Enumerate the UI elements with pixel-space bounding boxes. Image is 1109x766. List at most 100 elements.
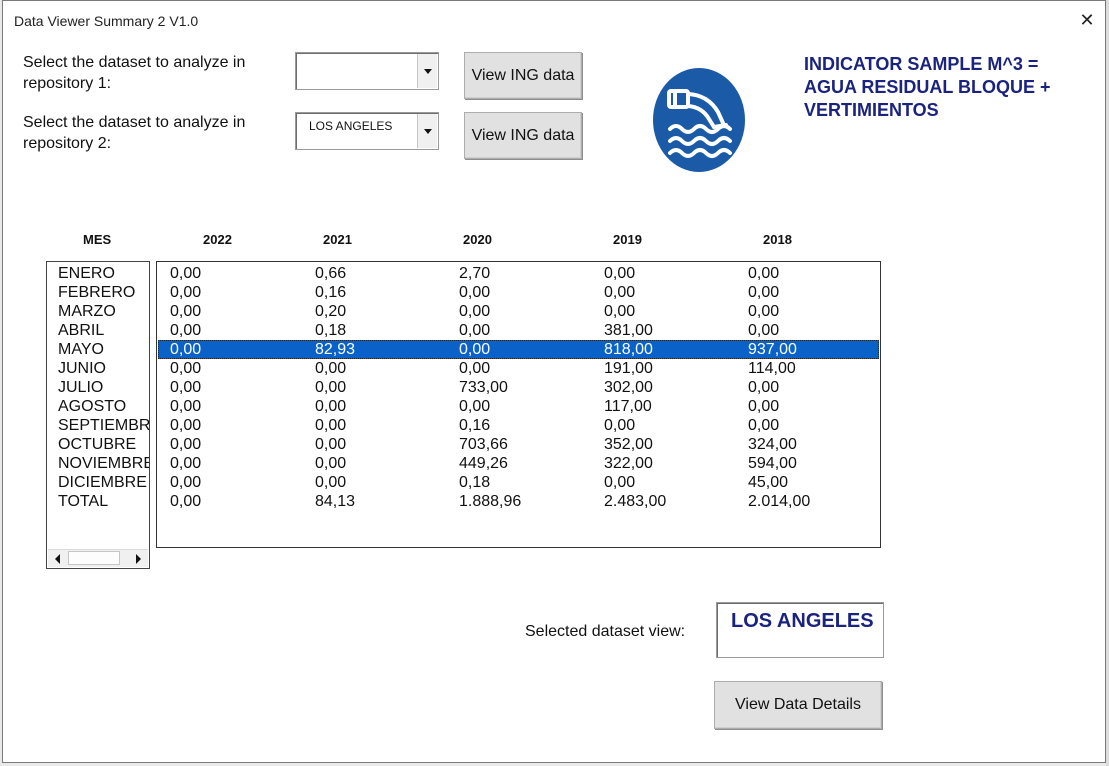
arrow-right-icon: [136, 553, 141, 564]
month-list-item[interactable]: NOVIEMBRE: [58, 454, 149, 473]
value-cell-2021: 0,66: [315, 265, 347, 282]
month-list-item[interactable]: AGOSTO: [58, 397, 126, 416]
month-list-item[interactable]: MARZO: [58, 302, 116, 321]
value-cell-2020: 2,70: [459, 265, 491, 282]
table-row-selected[interactable]: 0,00 82,93 0,00 818,00 937,00: [158, 340, 879, 359]
value-cell-2022: 0,00: [170, 265, 202, 282]
value-cell-2021: 0,00: [315, 436, 347, 453]
month-list-item[interactable]: JULIO: [58, 378, 103, 397]
value-cell-2022: 0,00: [170, 379, 202, 396]
table-row[interactable]: 0,00 0,66 2,70 0,00 0,00: [158, 264, 879, 283]
selected-dataset-box: LOS ANGELES: [716, 602, 884, 658]
value-cell-2018: 0,00: [748, 379, 780, 396]
value-cell-2020: 0,00: [459, 341, 491, 358]
table-row[interactable]: 0,00 0,00 449,26 322,00 594,00: [158, 454, 879, 473]
table-row[interactable]: 0,00 0,00 0,00 191,00 114,00: [158, 359, 879, 378]
repo2-combo-value: LOS ANGELES: [309, 119, 393, 133]
value-cell-2019: 2.483,00: [604, 493, 667, 510]
wastewater-pipe-icon: [653, 68, 745, 172]
value-cell-2019: 322,00: [604, 455, 653, 472]
value-cell-2018: 0,00: [748, 265, 780, 282]
close-icon[interactable]: ✕: [1076, 9, 1098, 31]
month-list-item[interactable]: MAYO: [58, 340, 104, 359]
view-data-details-button[interactable]: View Data Details: [714, 681, 882, 729]
value-cell-2018: 45,00: [748, 474, 789, 491]
value-cell-2019: 302,00: [604, 379, 653, 396]
value-cell-2018: 937,00: [748, 341, 797, 358]
repo1-dropdown-button[interactable]: [417, 54, 437, 88]
value-cell-2020: 703,66: [459, 436, 508, 453]
value-cell-2022: 0,00: [170, 341, 202, 358]
indicator-title: INDICATOR SAMPLE M^3 = AGUA RESIDUAL BLO…: [804, 54, 1051, 120]
value-cell-2020: 0,00: [459, 303, 491, 320]
value-cell-2022: 0,00: [170, 322, 202, 339]
table-row[interactable]: 0,00 0,18 0,00 381,00 0,00: [158, 321, 879, 340]
value-cell-2022: 0,00: [170, 474, 202, 491]
year-header-2021: 2021: [323, 232, 352, 247]
value-cell-2021: 0,00: [315, 379, 347, 396]
table-row[interactable]: 0,00 0,00 0,00 117,00 0,00: [158, 397, 879, 416]
value-cell-2020: 0,00: [459, 322, 491, 339]
value-cell-2022: 0,00: [170, 303, 202, 320]
chevron-down-icon: [423, 68, 432, 74]
table-row[interactable]: 0,00 0,00 703,66 352,00 324,00: [158, 435, 879, 454]
repo1-view-ing-button[interactable]: View ING data: [464, 52, 582, 99]
value-cell-2020: 1.888,96: [459, 493, 522, 510]
value-cell-2020: 0,18: [459, 474, 491, 491]
values-listbox[interactable]: 0,00 0,66 2,70 0,00 0,00 0,00 0,16 0,00 0,00 0,00…: [156, 261, 881, 548]
scroll-left-button[interactable]: [50, 551, 65, 566]
value-cell-2022: 0,00: [170, 360, 202, 377]
year-header-2019: 2019: [613, 232, 642, 247]
value-cell-2019: 352,00: [604, 436, 653, 453]
months-listbox[interactable]: ENERO FEBRERO MARZO ABRIL MAYO JUNIO JULIO AGOS…: [46, 261, 150, 569]
month-list-item[interactable]: ABRIL: [58, 321, 104, 340]
value-cell-2020: 0,00: [459, 398, 491, 415]
table-row[interactable]: 0,00 0,20 0,00 0,00 0,00: [158, 302, 879, 321]
repo2-combobox[interactable]: LOS ANGELES: [295, 112, 439, 150]
month-list-item[interactable]: JUNIO: [58, 359, 106, 378]
value-cell-2018: 0,00: [748, 398, 780, 415]
month-list-item[interactable]: DICIEMBRE: [58, 473, 147, 492]
value-cell-2020: 449,26: [459, 455, 508, 472]
month-list-item[interactable]: FEBRERO: [58, 283, 135, 302]
value-cell-2021: 82,93: [315, 341, 356, 358]
value-cell-2019: 0,00: [604, 265, 636, 282]
value-cell-2019: 0,00: [604, 303, 636, 320]
value-cell-2022: 0,00: [170, 284, 202, 301]
table-row[interactable]: 0,00 0,00 0,16 0,00 0,00: [158, 416, 879, 435]
value-cell-2018: 0,00: [748, 322, 780, 339]
value-cell-2018: 2.014,00: [748, 493, 811, 510]
repo2-view-ing-button[interactable]: View ING data: [464, 112, 582, 159]
month-list-item[interactable]: OCTUBRE: [58, 435, 136, 454]
value-cell-2021: 0,00: [315, 398, 347, 415]
months-horizontal-scrollbar[interactable]: [48, 549, 148, 567]
repo1-combobox[interactable]: [295, 52, 439, 90]
value-cell-2021: 0,00: [315, 474, 347, 491]
value-cell-2022: 0,00: [170, 493, 202, 510]
value-cell-2019: 0,00: [604, 417, 636, 434]
selected-dataset-value: LOS ANGELES: [731, 610, 874, 632]
mes-column-header: MES: [83, 232, 112, 247]
value-cell-2018: 594,00: [748, 455, 797, 472]
month-list-item[interactable]: TOTAL: [58, 492, 108, 511]
value-cell-2021: 0,18: [315, 322, 347, 339]
value-cell-2022: 0,00: [170, 436, 202, 453]
month-list-item[interactable]: ENERO: [58, 264, 115, 283]
table-row[interactable]: 0,00 84,13 1.888,96 2.483,00 2.014,00: [158, 492, 879, 511]
value-cell-2020: 0,00: [459, 284, 491, 301]
table-row[interactable]: 0,00 0,16 0,00 0,00 0,00: [158, 283, 879, 302]
value-cell-2021: 0,00: [315, 455, 347, 472]
table-row[interactable]: 0,00 0,00 0,18 0,00 45,00: [158, 473, 879, 492]
repo2-dropdown-button[interactable]: [417, 114, 437, 148]
scroll-thumb[interactable]: [68, 551, 120, 565]
month-list-item[interactable]: SEPTIEMBRE: [58, 416, 149, 435]
chevron-down-icon: [423, 128, 432, 134]
value-cell-2019: 818,00: [604, 341, 653, 358]
value-cell-2018: 114,00: [748, 360, 796, 377]
table-row[interactable]: 0,00 0,00 733,00 302,00 0,00: [158, 378, 879, 397]
value-cell-2020: 0,16: [459, 417, 491, 434]
year-header-2022: 2022: [203, 232, 232, 247]
scroll-right-button[interactable]: [131, 551, 146, 566]
arrow-left-icon: [55, 553, 60, 564]
value-cell-2018: 0,00: [748, 303, 780, 320]
